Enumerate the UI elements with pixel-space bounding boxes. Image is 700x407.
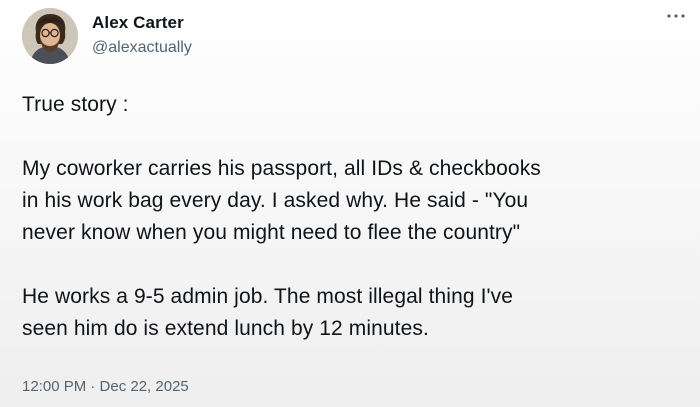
tweet-line: seen him do is extend lunch by 12 minute…	[22, 317, 429, 340]
tweet-line: in his work bag every day. I asked why. …	[22, 189, 529, 212]
author-display-name[interactable]: Alex Carter	[92, 13, 184, 33]
more-horizontal-icon	[667, 14, 685, 18]
avatar-photo-icon	[22, 8, 78, 64]
tweet-card: Alex Carter @alexactually True story : M…	[0, 0, 700, 407]
avatar[interactable]	[22, 8, 78, 64]
tweet-line: never know when you might need to flee t…	[22, 221, 521, 244]
tweet-timestamp[interactable]: 12:00 PM · Dec 22, 2025	[22, 378, 189, 395]
tweet-line: My coworker carries his passport, all ID…	[22, 157, 541, 180]
tweet-text: True story : My coworker carries his pas…	[22, 89, 690, 345]
author-handle[interactable]: @alexactually	[92, 39, 192, 57]
more-options-button[interactable]	[664, 8, 688, 24]
tweet-line: He works a 9-5 admin job. The most illeg…	[22, 285, 513, 308]
tweet-line: True story :	[22, 93, 129, 116]
